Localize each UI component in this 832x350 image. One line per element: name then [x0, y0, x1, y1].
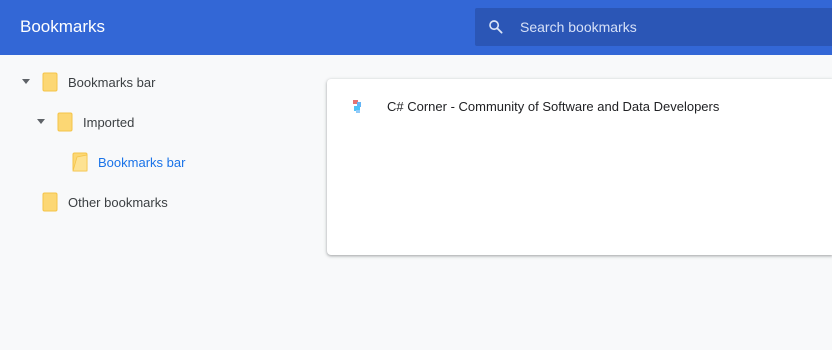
search-box[interactable]	[475, 8, 832, 46]
arrow-placeholder	[16, 192, 36, 212]
search-icon	[489, 20, 503, 34]
tree-item-bookmarks-bar-imported[interactable]: Bookmarks bar	[46, 142, 185, 182]
tree-item-label: Bookmarks bar	[68, 74, 156, 90]
arrow-placeholder	[46, 152, 66, 172]
bookmark-title: C# Corner - Community of Software and Da…	[387, 99, 720, 114]
tree-item-other-bookmarks[interactable]: Other bookmarks	[16, 182, 168, 222]
tree-item-label: Bookmarks bar	[98, 154, 186, 170]
tree-item-label: Other bookmarks	[68, 194, 168, 210]
folder-icon	[42, 192, 58, 212]
toolbar: Bookmarks	[0, 0, 832, 55]
tree-item-imported[interactable]: Imported	[31, 102, 134, 142]
expand-arrow-icon[interactable]	[16, 72, 36, 92]
tree-item-bookmarks-bar[interactable]: Bookmarks bar	[16, 62, 155, 102]
folder-open-icon	[72, 152, 88, 172]
tree-item-label: Imported	[83, 114, 135, 130]
page-title: Bookmarks	[20, 17, 106, 36]
bookmark-list-card: C# Corner - Community of Software and Da…	[327, 79, 832, 255]
expand-arrow-icon[interactable]	[31, 112, 51, 132]
search-input[interactable]	[520, 8, 820, 46]
favicon-icon	[353, 100, 361, 113]
bookmark-item[interactable]: C# Corner - Community of Software and Da…	[327, 93, 832, 121]
folder-icon	[57, 112, 73, 132]
folder-icon	[42, 72, 58, 92]
